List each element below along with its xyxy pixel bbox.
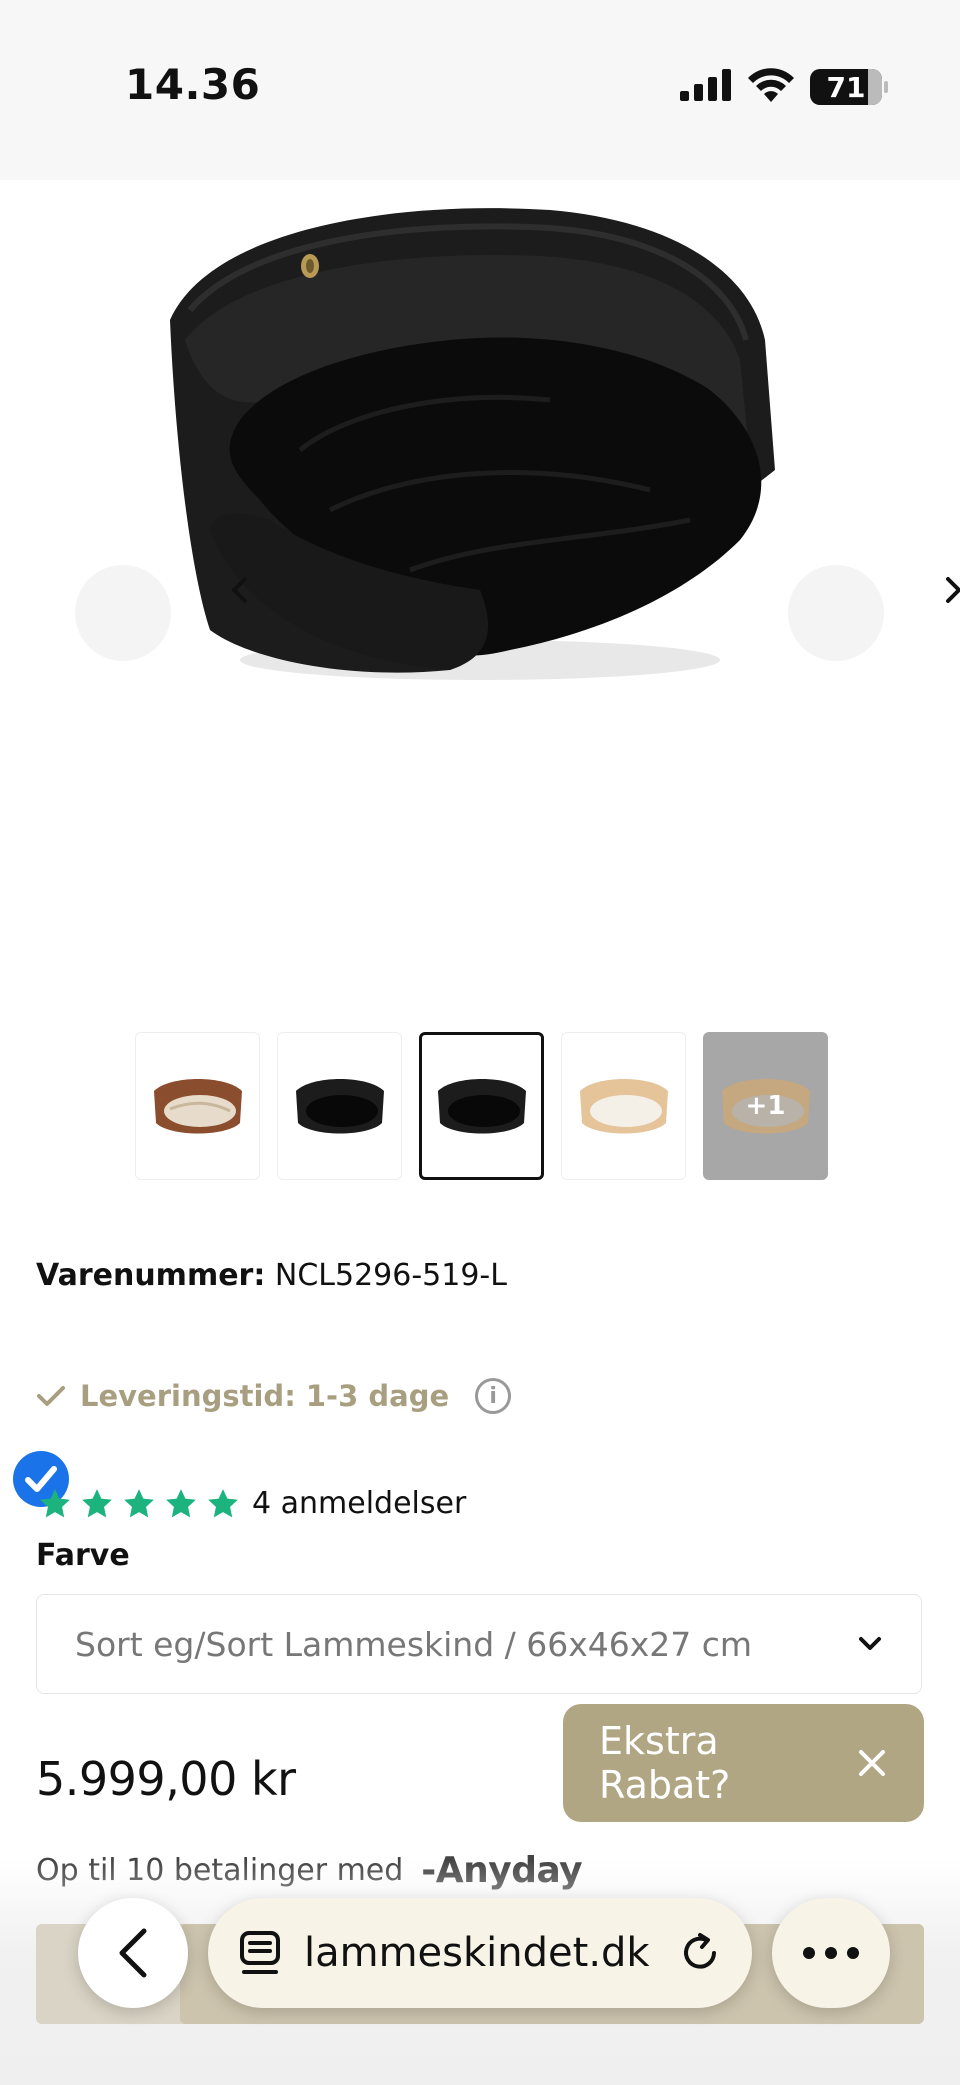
star-icon [124,1488,154,1517]
status-time: 14.36 [125,60,261,109]
sku-line: Varenummer: NCL5296-519-L [36,1258,507,1293]
star-icon [40,1488,70,1517]
star-rating [38,1487,240,1521]
info-icon[interactable]: i [475,1378,512,1414]
thumbnail-image [579,1079,668,1134]
battery-icon: 71 [810,69,888,105]
product-price: 5.999,00 kr [36,1752,296,1806]
browser-more-button[interactable] [772,1898,890,2008]
thumb-black-black-2[interactable] [419,1032,544,1180]
chevron-left-icon [232,577,247,603]
sku-value: NCL5296-519-L [274,1258,507,1293]
color-select-value: Sort eg/Sort Lammeskind / 66x46x27 cm [75,1624,753,1664]
thumbnail-image [437,1079,526,1134]
tabs-icon [240,1931,280,1974]
thumb-more-label: +1 [745,1091,786,1121]
browser-url-bar[interactable]: lammeskindet.dk [208,1898,752,2008]
chevron-right-icon [946,577,960,603]
chevron-down-icon [859,1637,881,1650]
thumb-walnut-beige[interactable] [135,1032,260,1180]
star-icon [208,1488,238,1517]
star-icon [166,1488,196,1517]
thumb-black-black-1[interactable] [277,1032,402,1180]
url-text: lammeskindet.dk [304,1930,650,1976]
status-bar: 14.36 71 [0,0,960,180]
reload-icon[interactable] [678,1931,722,1975]
star-icon [82,1488,112,1517]
battery-level: 71 [826,70,866,104]
wifi-icon [748,68,794,106]
status-icons: 71 [680,68,888,106]
delivery-info: Leveringstid: 1-3 dage i [36,1378,512,1414]
color-select[interactable]: Sort eg/Sort Lammeskind / 66x46x27 cm [36,1594,922,1694]
check-icon [37,1386,65,1406]
thumbnail-image [295,1079,384,1134]
browser-back-button[interactable] [78,1898,188,2008]
delivery-text: Leveringstid: 1-3 dage [80,1379,450,1413]
promo-label: Ekstra Rabat? [599,1719,731,1807]
thumb-oak-white[interactable] [561,1032,686,1180]
thumbnail-strip: +1 [135,1032,828,1180]
close-icon[interactable] [856,1747,888,1779]
more-dots-icon [803,1947,859,1959]
sku-label: Varenummer: [36,1258,266,1293]
chevron-left-icon [119,1928,147,1978]
color-label: Farve [36,1538,130,1573]
extra-discount-button[interactable]: Ekstra Rabat? [563,1704,924,1822]
product-hero-image[interactable] [0,180,960,1000]
thumb-more[interactable]: +1 [703,1032,828,1180]
gallery-prev-button[interactable] [75,565,247,661]
dog-bed-image [170,208,775,680]
gallery-next-button[interactable] [788,565,960,661]
thumbnail-image [153,1079,242,1134]
reviews-summary[interactable]: 4 anmeldelser [38,1486,466,1521]
cellular-signal-icon [680,69,732,105]
review-count: 4 anmeldelser [252,1486,467,1521]
